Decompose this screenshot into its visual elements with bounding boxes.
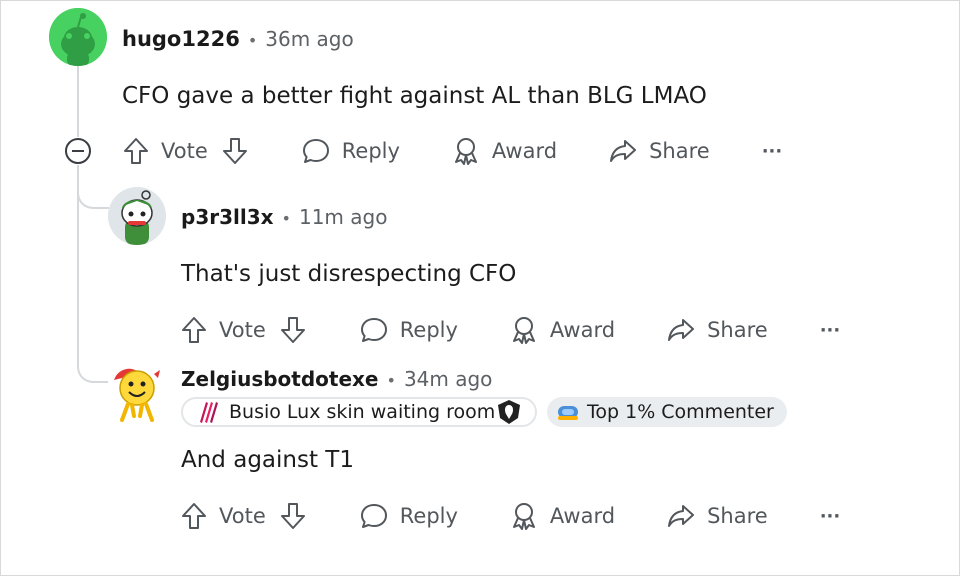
flair-label: Busio Lux skin waiting room	[229, 401, 496, 423]
timestamp[interactable]: 36m ago	[265, 27, 353, 51]
award-label: Award	[549, 504, 616, 528]
comment-meta: hugo1226 • 36m ago	[122, 27, 354, 51]
more-options-button[interactable]: ···	[762, 141, 783, 162]
share-label: Share	[649, 139, 710, 163]
thread-branch	[77, 179, 109, 209]
character-avatar-icon	[108, 187, 166, 245]
upvote-button[interactable]: Vote	[123, 137, 208, 165]
username[interactable]: p3r3ll3x	[181, 205, 274, 229]
username[interactable]: Zelgiusbotdotexe	[181, 367, 379, 391]
award-button[interactable]: Award	[510, 502, 615, 530]
comment-body: That's just disrespecting CFO	[181, 261, 517, 287]
speech-bubble-icon	[360, 318, 387, 342]
thread-line[interactable]	[77, 63, 79, 137]
avatar[interactable]	[108, 187, 166, 245]
top-commenter-badge[interactable]: Top 1% Commenter	[547, 397, 787, 427]
timestamp[interactable]: 34m ago	[404, 367, 492, 391]
team-logo-icon	[498, 400, 521, 424]
share-arrow-icon	[668, 505, 695, 527]
award-button[interactable]: Award	[510, 316, 615, 344]
avatar[interactable]	[49, 8, 107, 66]
arrow-down-outline-icon	[280, 503, 305, 529]
snoo-avatar-icon	[49, 8, 107, 66]
reply-label: Reply	[399, 504, 458, 528]
minus-circle-icon	[72, 150, 84, 152]
share-button[interactable]: Share	[667, 316, 768, 344]
commenter-badge-icon	[558, 406, 578, 420]
share-button[interactable]: Share	[609, 137, 710, 165]
reply-button[interactable]: Reply	[360, 316, 458, 344]
more-options-icon: ···	[761, 140, 783, 162]
smiley-character-avatar-icon	[114, 368, 160, 422]
more-options-button[interactable]: ···	[820, 506, 841, 527]
badge-label: Top 1% Commenter	[587, 401, 774, 423]
speech-bubble-icon	[360, 504, 387, 528]
arrow-up-outline-icon	[182, 317, 206, 343]
vote-label: Vote	[219, 318, 266, 342]
downvote-button[interactable]	[222, 137, 248, 165]
reply-label: Reply	[399, 318, 458, 342]
award-ribbon-icon	[512, 317, 535, 344]
more-options-icon: ···	[819, 319, 841, 341]
arrow-up-outline-icon	[182, 503, 206, 529]
avatar[interactable]	[108, 364, 166, 422]
reply-button[interactable]: Reply	[360, 502, 458, 530]
username[interactable]: hugo1226	[122, 27, 240, 51]
speech-bubble-icon	[302, 139, 329, 163]
comment-body: And against T1	[181, 447, 354, 473]
reply-button[interactable]: Reply	[302, 137, 400, 165]
share-label: Share	[707, 318, 768, 342]
timestamp[interactable]: 11m ago	[299, 205, 387, 229]
arrow-down-outline-icon	[280, 317, 305, 343]
comment-thread: hugo1226 • 36m ago CFO gave a better fig…	[0, 0, 960, 576]
thread-branch	[77, 353, 109, 383]
more-options-button[interactable]: ···	[820, 320, 841, 341]
user-flair[interactable]: Busio Lux skin waiting room	[181, 397, 537, 427]
comment-meta: p3r3ll3x • 11m ago	[181, 205, 387, 229]
upvote-button[interactable]: Vote	[181, 316, 266, 344]
comment-actions: Vote Reply Award Share ···	[123, 133, 782, 169]
vote-label: Vote	[219, 504, 266, 528]
award-ribbon-icon	[512, 503, 535, 530]
comment-actions: Vote Reply Award Share ···	[181, 498, 840, 534]
reply-label: Reply	[341, 139, 400, 163]
separator-dot: •	[386, 371, 396, 390]
separator-dot: •	[281, 209, 291, 228]
share-button[interactable]: Share	[667, 502, 768, 530]
downvote-button[interactable]	[280, 502, 306, 530]
separator-dot: •	[247, 31, 258, 50]
share-label: Share	[707, 504, 768, 528]
more-options-icon: ···	[819, 505, 841, 527]
award-ribbon-icon	[454, 138, 477, 165]
share-arrow-icon	[610, 140, 637, 162]
comment-body: CFO gave a better fight against AL than …	[122, 83, 707, 109]
vote-label: Vote	[161, 139, 208, 163]
comment-meta: Zelgiusbotdotexe • 34m ago	[181, 367, 492, 391]
arrow-down-outline-icon	[222, 138, 247, 164]
collapse-button[interactable]	[65, 138, 91, 164]
flair-emblem-icon	[200, 402, 218, 423]
award-button[interactable]: Award	[452, 137, 557, 165]
downvote-button[interactable]	[280, 316, 306, 344]
share-arrow-icon	[668, 319, 695, 341]
arrow-up-outline-icon	[124, 138, 148, 164]
award-label: Award	[549, 318, 616, 342]
upvote-button[interactable]: Vote	[181, 502, 266, 530]
comment-actions: Vote Reply Award Share ···	[181, 312, 840, 348]
award-label: Award	[491, 139, 558, 163]
